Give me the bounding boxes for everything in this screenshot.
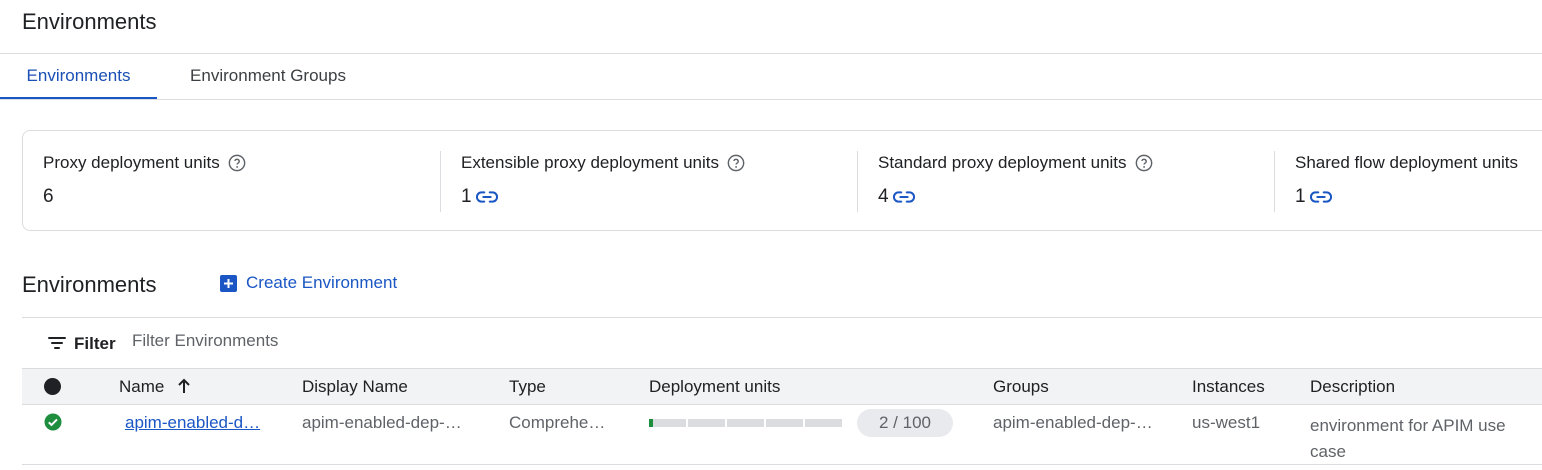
- progress-segment: [649, 419, 686, 427]
- column-header-instances: Instances: [1192, 377, 1265, 396]
- help-icon[interactable]: [228, 154, 246, 172]
- column-header-type: Type: [509, 377, 546, 396]
- progress-segment: [805, 419, 842, 427]
- link-icon[interactable]: [475, 190, 498, 204]
- metric-label: Proxy deployment units: [43, 153, 220, 172]
- metric-divider: [857, 151, 858, 212]
- metric-value: 1: [1295, 186, 1306, 207]
- link-icon[interactable]: [1309, 190, 1332, 204]
- tab-bar: Environments Environment Groups: [0, 54, 1542, 100]
- filter-icon[interactable]: [48, 336, 66, 350]
- metric-value: 1: [461, 186, 472, 207]
- section-title: Environments: [22, 272, 157, 297]
- column-header-groups: Groups: [993, 377, 1049, 396]
- create-environment-button[interactable]: Create Environment: [220, 273, 397, 293]
- filter-bar: Filter: [22, 317, 1542, 369]
- filter-label: Filter: [74, 334, 116, 353]
- tab-environments[interactable]: Environments: [0, 54, 157, 99]
- status-column-icon: [44, 378, 61, 395]
- arrow-up-icon: [178, 378, 190, 393]
- help-icon[interactable]: [1135, 154, 1153, 172]
- progress-segment: [727, 419, 764, 427]
- add-box-icon: [220, 274, 237, 292]
- progress-segment: [688, 419, 725, 427]
- type-cell: Comprehe…: [509, 413, 606, 432]
- environment-name-link[interactable]: apim-enabled-d…: [125, 413, 260, 432]
- metric-value: 4: [878, 186, 889, 207]
- link-icon[interactable]: [892, 190, 915, 204]
- tab-environment-groups[interactable]: Environment Groups: [157, 54, 379, 99]
- metric-divider: [440, 151, 441, 212]
- metric-label: Shared flow deployment units: [1295, 153, 1519, 172]
- deployment-units-badge: 2 / 100: [857, 409, 953, 437]
- metric-value: 6: [43, 186, 54, 207]
- display-name-cell: apim-enabled-dep-…: [302, 413, 462, 432]
- metric-label: Extensible proxy deployment units: [461, 153, 719, 172]
- description-cell: environment for APIM use case: [1310, 416, 1506, 461]
- metric-label: Standard proxy deployment units: [878, 153, 1127, 172]
- column-header-display-name: Display Name: [302, 377, 408, 396]
- filter-input[interactable]: [130, 330, 534, 352]
- column-header-deployment-units: Deployment units: [649, 377, 781, 396]
- page-title: Environments: [22, 9, 157, 34]
- instances-cell: us-west1: [1192, 413, 1261, 432]
- deployment-units-summary: Proxy deployment units 6 Extensible prox…: [22, 130, 1542, 231]
- column-header-name[interactable]: Name: [119, 377, 191, 397]
- deployment-units-progress: [649, 419, 842, 427]
- check-circle-icon: [44, 413, 62, 431]
- progress-fill: [649, 419, 653, 427]
- column-header-description: Description: [1310, 377, 1396, 396]
- create-environment-label: Create Environment: [246, 273, 398, 292]
- help-icon[interactable]: [727, 154, 745, 172]
- groups-cell: apim-enabled-dep-…: [993, 413, 1153, 432]
- progress-segment: [766, 419, 803, 427]
- metric-divider: [1274, 151, 1275, 212]
- column-label: Name: [119, 377, 165, 396]
- table-row[interactable]: apim-enabled-d… apim-enabled-dep-… Compr…: [22, 405, 1542, 465]
- table-header: Name Display Name Type Deployment units …: [22, 368, 1542, 405]
